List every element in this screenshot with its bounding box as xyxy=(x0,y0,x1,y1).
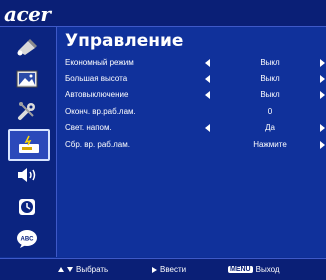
image-icon xyxy=(16,70,38,88)
right-arrow-icon[interactable] xyxy=(320,124,325,132)
main-panel: Управление Економный режим Выкл Большая … xyxy=(57,27,326,257)
sidebar-item-timer[interactable] xyxy=(8,193,46,221)
language-icon: ABC xyxy=(17,230,37,248)
down-arrow-icon xyxy=(67,267,73,272)
right-arrow-icon[interactable] xyxy=(320,91,325,99)
setting-label: Оконч. вр.раб.лам. xyxy=(65,107,136,116)
setting-value: 0 xyxy=(267,107,273,116)
top-bar: acer xyxy=(0,0,326,27)
setting-row-high-altitude[interactable]: Большая высота Выкл xyxy=(65,74,326,90)
color-icon xyxy=(17,39,37,56)
management-icon xyxy=(19,135,39,153)
right-arrow-icon[interactable] xyxy=(320,141,325,149)
page-title: Управление xyxy=(65,31,184,51)
audio-icon xyxy=(18,168,36,182)
setting-value: Выкл xyxy=(260,90,280,99)
settings-icon xyxy=(18,102,35,120)
left-arrow-icon[interactable] xyxy=(205,59,210,67)
setting-row-lamp-reset[interactable]: Сбр. вр. раб.лам. Нажмите xyxy=(65,140,326,156)
setting-row-lamp-hours: Оконч. вр.раб.лам. 0 xyxy=(65,107,326,123)
setting-label: Большая высота xyxy=(65,74,128,83)
sidebar-item-settings[interactable] xyxy=(8,97,46,125)
setting-row-lamp-reminder[interactable]: Свет. напом. Да xyxy=(65,123,326,139)
menu-key-badge: MENU xyxy=(228,266,253,273)
hint-select-label: Выбрать xyxy=(76,265,109,274)
sidebar-item-color[interactable] xyxy=(8,33,46,61)
setting-value: Нажмите xyxy=(253,140,287,149)
timer-icon xyxy=(19,199,35,215)
sidebar: ABC xyxy=(0,27,57,257)
sidebar-item-audio[interactable] xyxy=(8,161,46,189)
setting-label: Свет. напом. xyxy=(65,123,112,132)
hint-exit: MENU Выход xyxy=(228,265,280,274)
setting-value: Выкл xyxy=(260,58,280,67)
hint-enter-label: Ввести xyxy=(160,265,187,274)
right-arrow-icon[interactable] xyxy=(320,75,325,83)
sidebar-item-image[interactable] xyxy=(8,65,46,93)
right-arrow-icon[interactable] xyxy=(320,59,325,67)
language-icon-label: ABC xyxy=(21,237,35,243)
sidebar-item-language[interactable]: ABC xyxy=(8,225,46,253)
osd-menu: acer ABC Управление Економный режим Выкл… xyxy=(0,0,326,280)
setting-label: Економный режим xyxy=(65,58,134,67)
sidebar-item-management[interactable] xyxy=(8,129,50,161)
setting-value: Выкл xyxy=(260,74,280,83)
right-arrow-icon xyxy=(152,266,157,273)
setting-row-auto-shutdown[interactable]: Автовыключение Выкл xyxy=(65,90,326,106)
setting-label: Сбр. вр. раб.лам. xyxy=(65,140,130,149)
left-arrow-icon[interactable] xyxy=(205,91,210,99)
brand-logo: acer xyxy=(4,2,51,26)
setting-label: Автовыключение xyxy=(65,90,129,99)
setting-value: Да xyxy=(265,123,275,132)
left-arrow-icon[interactable] xyxy=(205,75,210,83)
setting-row-eco-mode[interactable]: Економный режим Выкл xyxy=(65,58,326,74)
bottom-bar: Выбрать Ввести MENU Выход xyxy=(0,258,326,280)
hint-enter: Ввести xyxy=(152,265,186,274)
hint-exit-label: Выход xyxy=(255,265,280,274)
up-arrow-icon xyxy=(58,267,64,272)
left-arrow-icon[interactable] xyxy=(205,124,210,132)
hint-select: Выбрать xyxy=(58,265,108,274)
